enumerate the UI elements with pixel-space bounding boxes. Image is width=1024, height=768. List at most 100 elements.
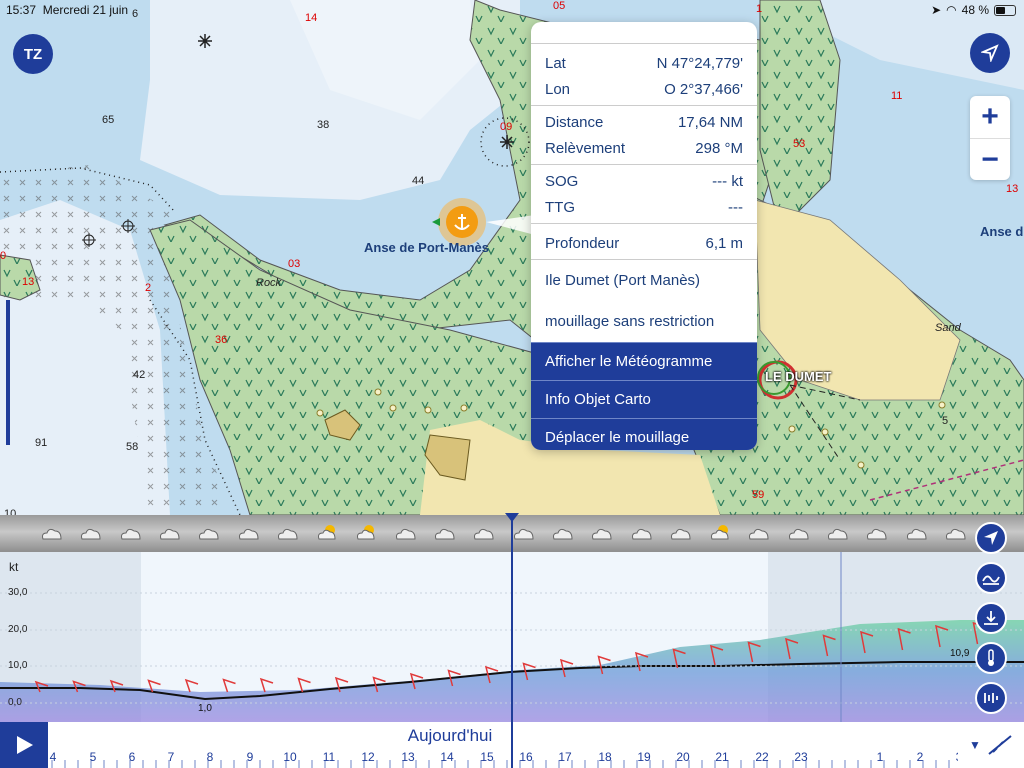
battery-percentage: 48 % [961,3,989,17]
hour-label: 19 [637,750,651,764]
locate-button[interactable] [970,33,1010,73]
cloud-icon [79,523,103,541]
current-button[interactable] [975,682,1007,714]
lat-label: Lat [545,54,566,72]
hour-label: 17 [558,750,572,764]
cloud-icon [905,523,929,541]
ttg-label: TTG [545,198,575,216]
hour-label: 22 [755,750,769,764]
depth-row: Profondeur 6,1 m [531,227,757,259]
drying-height: 09 [500,121,513,133]
drying-height: 13 [1006,183,1019,195]
hour-label: 20 [676,750,690,764]
depth-label: Profondeur [545,234,620,252]
hour-label: 14 [440,750,454,764]
drying-height: 13 [22,276,35,288]
thermometer-icon [988,649,994,666]
today-label: Aujourd'hui [407,726,493,745]
tide-button[interactable] [975,602,1007,634]
hour-label: 10 [283,750,297,764]
chevron-down-icon[interactable]: ▼ [969,738,981,752]
sun-cloud-icon [315,523,339,541]
y-tick: 20,0 [8,624,28,635]
sounding: 5 [942,415,949,427]
hour-label: 1 [876,750,884,764]
cloud-icon [551,523,575,541]
play-button[interactable] [0,722,48,768]
wave-button[interactable] [975,562,1007,594]
time-cursor-handle[interactable] [505,513,519,522]
navigate-icon [984,531,998,545]
cloud-icon [276,523,300,541]
time-cursor[interactable] [511,515,513,768]
zoom-in-button[interactable]: + [970,96,1010,138]
sounding: 65 [102,114,115,126]
sounding: 38 [317,119,330,131]
zoom-out-button[interactable]: − [970,138,1010,180]
place-name-anse-d[interactable]: Anse d [980,224,1023,239]
cloud-icon [590,523,614,541]
hour-label: 13 [401,750,415,764]
hour-label: 12 [361,750,375,764]
sog-row: SOG --- kt [531,168,757,194]
place-name-le-dumet[interactable]: LE DUMET [765,369,831,384]
tz-logo-icon: TZ [23,45,43,63]
depth-value: 6,1 m [705,234,743,252]
timeline-options[interactable]: ▼ [958,722,1024,768]
cloud-icon [40,523,64,541]
sounding: 58 [126,441,139,453]
battery-icon [994,4,1016,16]
cloud-icon [119,523,143,541]
cloud-icon [826,523,850,541]
ttg-value: --- [728,198,743,216]
drying-height: 59 [752,489,765,501]
distance-label: Distance [545,113,604,131]
hour-label: 11 [322,750,336,764]
sun-cloud-icon [708,523,732,541]
tz-logo-button[interactable]: TZ [13,34,53,74]
wind-unit-label: kt [9,560,19,574]
cloud-icon [669,523,693,541]
lon-row: Lon O 2°37,466' [531,76,757,102]
y-tick: 30,0 [8,587,28,598]
lon-value: O 2°37,466' [664,80,743,98]
drying-height: 11 [891,90,903,102]
status-bar: 15:37 Mercredi 21 juin ➤ ◠ 48 % [0,0,1024,20]
wind-barb [259,677,274,693]
cloud-icon [747,523,771,541]
drying-height: 53 [793,138,806,150]
chart-object-info-button[interactable]: Info Objet Carto [531,380,757,418]
tide-icon [984,611,998,625]
sog-value: --- kt [712,172,743,190]
cloud-icon [394,523,418,541]
move-anchorage-button[interactable]: Déplacer le mouillage [531,418,757,450]
hour-label: 7 [167,750,175,764]
cloud-icon [865,523,889,541]
sounding: 44 [412,175,425,187]
drying-height: 36 [215,334,228,346]
nautical-chart[interactable] [0,0,1024,515]
navigate-button[interactable] [975,522,1007,554]
max-wind-label: 10,9 [950,648,970,659]
hour-label: 23 [794,750,808,764]
hour-label: 18 [598,750,612,764]
sog-label: SOG [545,172,579,190]
cloud-icon [512,523,536,541]
lat-value: N 47°24,779' [656,54,743,72]
wave-icon [982,575,1000,585]
sounding: 42 [133,369,146,381]
app-screen: 65 38 44 42 91 58 6 10 14 11 13 03 09 05… [0,0,1024,768]
clock: 15:37 [6,3,37,17]
locate-arrow-icon [981,44,999,62]
graph-settings-icon[interactable] [987,734,1013,756]
cloud-icon [158,523,182,541]
show-meteogram-button[interactable]: Afficher le Météogramme [531,342,757,380]
temperature-button[interactable] [975,642,1007,674]
seabed-label-sand: Sand [935,322,961,334]
drying-height: 0 [0,250,7,262]
wind-barb [184,678,199,693]
hour-label: 15 [480,750,494,764]
cloud-icon [197,523,221,541]
location-icon: ➤ [931,3,942,17]
place-name-anse-port-manes[interactable]: Anse de Port-Manès [364,240,489,255]
